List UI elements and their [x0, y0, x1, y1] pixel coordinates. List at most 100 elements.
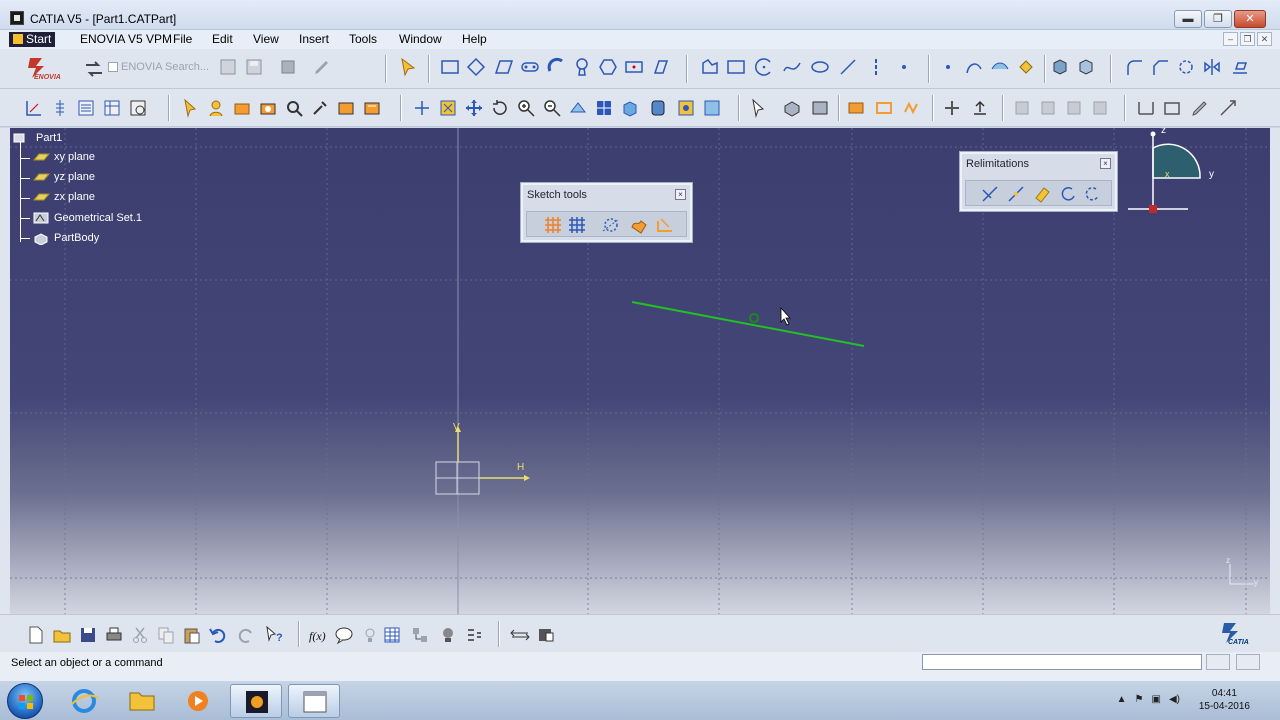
status-button-2[interactable] [1236, 654, 1260, 670]
hexagon-icon[interactable] [598, 57, 618, 77]
menu-window[interactable]: Window [395, 32, 446, 47]
select-arrow-icon[interactable] [398, 57, 418, 77]
whats-this-icon[interactable]: ? [264, 625, 284, 645]
enovia-search-checkbox[interactable] [108, 62, 118, 72]
rectangle-icon[interactable] [440, 57, 460, 77]
break-icon[interactable] [1006, 184, 1026, 204]
doc-minimize-button[interactable]: – [1223, 32, 1238, 46]
relimitations-close-button[interactable]: × [1100, 158, 1111, 169]
hide-show-icon[interactable] [676, 98, 696, 118]
profile-icon[interactable] [700, 57, 720, 77]
orange-tool-2-icon[interactable] [258, 98, 278, 118]
constraint-1-icon[interactable] [846, 98, 866, 118]
menu-view[interactable]: View [249, 32, 283, 47]
tree-icon[interactable] [50, 98, 70, 118]
orange-tool-4-icon[interactable] [362, 98, 382, 118]
catalog-icon[interactable] [410, 625, 430, 645]
construction-element-icon[interactable] [601, 215, 621, 235]
minimize-button[interactable]: ▬ [1174, 10, 1202, 28]
enovia-edit-icon[interactable] [312, 57, 332, 77]
table-icon[interactable] [102, 98, 122, 118]
pencil-icon[interactable] [1190, 98, 1210, 118]
sketch-tools-close-button[interactable]: × [675, 189, 686, 200]
taskbar-media-player[interactable] [172, 684, 224, 718]
pointer-icon[interactable] [180, 98, 200, 118]
maximize-button[interactable]: ❐ [1204, 10, 1232, 28]
multi-view-icon[interactable] [594, 98, 614, 118]
menu-start[interactable]: Start [9, 32, 56, 47]
taskbar-internet-explorer[interactable] [58, 684, 110, 718]
user-select-icon[interactable] [206, 98, 226, 118]
zoom-in-icon[interactable] [516, 98, 536, 118]
shaded-edges-icon[interactable] [1076, 57, 1096, 77]
close-arc-icon[interactable] [1058, 184, 1078, 204]
sketch-point-icon[interactable] [938, 57, 958, 77]
quick-trim-icon[interactable] [1032, 184, 1052, 204]
menu-file[interactable]: File [169, 32, 196, 47]
taskbar-window[interactable] [288, 684, 340, 718]
enovia-refresh-icon[interactable] [278, 57, 298, 77]
normal-view-icon[interactable] [568, 98, 588, 118]
shading-icon[interactable] [648, 98, 668, 118]
menu-help[interactable]: Help [458, 32, 491, 47]
capture-icon[interactable] [536, 625, 556, 645]
centered-parallelogram-icon[interactable] [650, 57, 670, 77]
enovia-connect-icon[interactable] [84, 59, 104, 79]
copy-icon[interactable] [156, 625, 176, 645]
dimensional-constraints-icon[interactable] [655, 215, 675, 235]
complement-icon[interactable] [1082, 184, 1102, 204]
elongated-hole-icon[interactable] [520, 57, 540, 77]
measure-icon[interactable] [128, 98, 148, 118]
transform-icon[interactable] [1176, 57, 1196, 77]
power-input-field[interactable] [922, 654, 1202, 670]
catia-logo[interactable]: CATIA [1216, 619, 1256, 649]
doc-restore-button[interactable]: ❐ [1240, 32, 1255, 46]
cut-icon[interactable] [130, 625, 150, 645]
point-icon[interactable] [894, 57, 914, 77]
enovia-search[interactable]: ENOVIA Search... [108, 61, 209, 73]
wireframe-icon[interactable] [1016, 57, 1036, 77]
list-icon[interactable] [76, 98, 96, 118]
comment-icon[interactable] [334, 625, 354, 645]
disabled-tool-4-icon[interactable] [1090, 98, 1110, 118]
rectangle-profile-icon[interactable] [726, 57, 746, 77]
axis-icon[interactable] [866, 57, 886, 77]
fit-all-icon[interactable] [438, 98, 458, 118]
sketch-canvas[interactable]: Part1 xy plane yz plane zx plane Geometr… [10, 128, 1270, 614]
knowledge-icon[interactable] [438, 625, 458, 645]
windows-start-button[interactable] [7, 683, 43, 719]
tray-network-icon[interactable]: ▣ [1152, 694, 1161, 705]
constraint-3-icon[interactable] [902, 98, 922, 118]
disabled-tool-3-icon[interactable] [1064, 98, 1084, 118]
paste-icon[interactable] [182, 625, 202, 645]
zoom-out-icon[interactable] [542, 98, 562, 118]
analysis-icon[interactable] [942, 98, 962, 118]
constraint-box-icon[interactable] [1162, 98, 1182, 118]
swap-icon[interactable] [510, 625, 530, 645]
print-icon[interactable] [104, 625, 124, 645]
keyhole-icon[interactable] [572, 57, 592, 77]
sketch-tools-toolbar[interactable]: Sketch tools × [520, 182, 693, 243]
tray-expand-icon[interactable]: ▲ [1117, 694, 1127, 705]
rotate-icon[interactable] [490, 98, 510, 118]
sketch-line[interactable] [631, 301, 865, 347]
enovia-save-icon[interactable] [244, 57, 264, 77]
auto-constraint-icon[interactable] [1218, 98, 1238, 118]
iso-view-icon[interactable] [620, 98, 640, 118]
design-table-icon[interactable] [382, 625, 402, 645]
sketcher-grid-icon[interactable] [24, 98, 44, 118]
taskbar-file-explorer[interactable] [116, 684, 168, 718]
tray-flag-icon[interactable]: ⚑ [1135, 694, 1144, 705]
centered-rectangle-icon[interactable] [624, 57, 644, 77]
pocket-icon[interactable] [810, 98, 830, 118]
formula-icon[interactable]: f(x) [308, 625, 328, 645]
list-formula-icon[interactable] [464, 625, 484, 645]
status-button-1[interactable] [1206, 654, 1230, 670]
grid-icon[interactable] [543, 215, 563, 235]
redo-icon[interactable] [236, 625, 256, 645]
close-button[interactable]: ✕ [1234, 10, 1266, 28]
new-icon[interactable] [26, 625, 46, 645]
constraint-2-icon[interactable] [874, 98, 894, 118]
save-icon[interactable] [78, 625, 98, 645]
shaded-view-icon[interactable] [1050, 57, 1070, 77]
